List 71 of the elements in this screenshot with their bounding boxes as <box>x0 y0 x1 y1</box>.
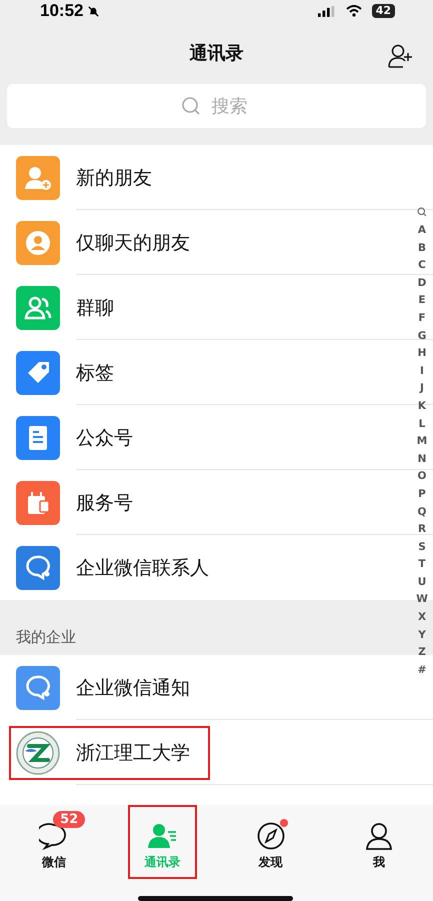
index-letter[interactable]: A <box>418 222 426 240</box>
contact-item[interactable]: 新的朋友 <box>9 150 172 204</box>
add-contact-icon[interactable] <box>387 43 413 69</box>
index-letter[interactable]: K <box>418 398 426 416</box>
contact-item[interactable]: 标签 <box>9 346 134 400</box>
index-letter[interactable]: F <box>418 310 426 328</box>
chat-bubbles-icon <box>16 666 60 710</box>
item-label: 企业微信通知 <box>76 676 190 700</box>
status-time: 10:52 <box>40 1 84 21</box>
index-letter[interactable]: D <box>418 274 426 292</box>
search-icon[interactable] <box>417 207 427 217</box>
item-label: 浙江理工大学 <box>76 740 190 766</box>
index-letter[interactable]: Q <box>418 504 426 522</box>
logo-icon <box>16 730 60 774</box>
contact-item[interactable]: 企业微信通知 <box>9 660 210 714</box>
index-letter[interactable]: S <box>418 538 426 556</box>
group-icon <box>16 286 60 330</box>
index-letter[interactable]: E <box>418 292 426 310</box>
contact-item[interactable]: 群聊 <box>9 280 134 334</box>
item-label: 企业微信联系人 <box>76 556 209 580</box>
bag-icon <box>16 480 60 524</box>
tab-button[interactable]: 52 微信 <box>20 805 88 879</box>
index-letter[interactable]: B <box>418 240 426 258</box>
tab-button[interactable]: 我 <box>344 805 413 879</box>
muted-bell-icon <box>87 4 100 18</box>
index-letter[interactable]: J <box>420 380 424 398</box>
item-label: 标签 <box>76 360 114 386</box>
item-label: 新的朋友 <box>76 166 152 190</box>
index-letter[interactable]: H <box>418 345 426 363</box>
index-letter[interactable]: # <box>418 662 426 680</box>
contact-item[interactable]: 服务号 <box>9 476 153 530</box>
person-icon <box>16 220 60 264</box>
chat-bubbles-icon <box>16 546 60 590</box>
index-letter[interactable]: I <box>420 362 424 380</box>
index-letter[interactable]: P <box>418 486 426 504</box>
section-title: 我的企业 <box>16 628 76 647</box>
contact-item[interactable]: 浙江理工大学 <box>9 726 210 780</box>
contact-item[interactable]: 仅聊天的朋友 <box>9 216 210 270</box>
add-person-icon <box>16 156 60 200</box>
contacts-icon <box>147 821 178 851</box>
index-letter[interactable]: X <box>418 609 426 627</box>
index-letter[interactable]: O <box>418 468 426 486</box>
compass-icon <box>256 821 286 851</box>
index-letter[interactable]: R <box>418 521 426 539</box>
battery-level: 42 <box>372 4 395 18</box>
signal-icon <box>318 6 336 16</box>
wifi-icon <box>346 5 362 17</box>
index-letter[interactable]: Z <box>418 644 426 662</box>
unread-badge: 52 <box>53 811 86 828</box>
index-letter[interactable]: W <box>416 591 428 610</box>
index-letter[interactable]: G <box>418 328 426 346</box>
person-icon <box>364 821 394 851</box>
index-letter[interactable]: C <box>418 257 426 275</box>
item-label: 公众号 <box>76 426 133 450</box>
index-letter[interactable]: N <box>418 450 426 468</box>
search-field[interactable]: 搜索 <box>7 84 426 128</box>
tab-button[interactable]: 发现 <box>236 805 305 879</box>
contact-item[interactable]: 企业微信联系人 <box>9 540 229 594</box>
tag-icon <box>16 350 60 394</box>
item-label: 服务号 <box>76 490 133 516</box>
search-icon <box>181 96 201 116</box>
index-letter[interactable]: U <box>418 574 426 592</box>
item-label: 群聊 <box>76 296 114 320</box>
index-letter[interactable]: T <box>418 556 426 574</box>
index-letter[interactable]: L <box>418 416 426 434</box>
item-label: 仅聊天的朋友 <box>76 230 190 256</box>
document-icon <box>16 416 60 460</box>
contact-item[interactable]: 公众号 <box>9 410 153 464</box>
index-letter[interactable]: Y <box>418 626 426 644</box>
page-title: 通讯录 <box>190 42 244 65</box>
index-letter[interactable]: M <box>416 433 428 451</box>
